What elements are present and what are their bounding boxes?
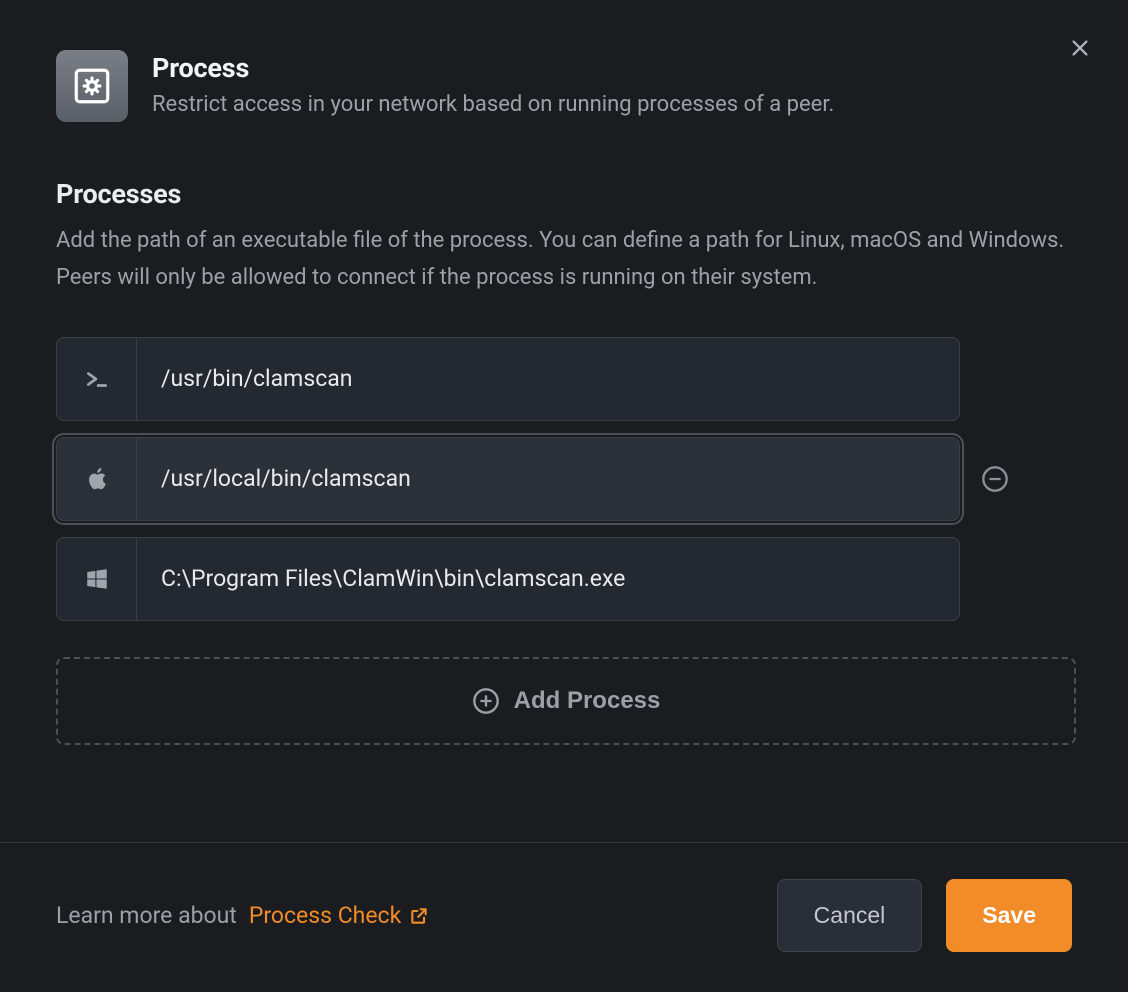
footer-learn-more: Learn more about Process Check <box>56 902 429 929</box>
footer-actions: Cancel Save <box>777 879 1072 952</box>
cancel-button[interactable]: Cancel <box>777 879 923 952</box>
process-input-group-macos <box>56 437 960 521</box>
process-icon <box>71 65 113 107</box>
add-process-label: Add Process <box>514 687 661 715</box>
process-row-macos <box>56 437 1072 521</box>
windows-icon <box>84 566 110 592</box>
external-link-icon <box>409 906 429 926</box>
remove-process-button[interactable] <box>980 464 1010 494</box>
close-button[interactable] <box>1064 32 1096 64</box>
modal-title: Process <box>152 52 834 84</box>
os-prefix-windows <box>57 538 137 620</box>
modal-header: Process Restrict access in your network … <box>0 0 1128 122</box>
section-description: Add the path of an executable file of th… <box>56 222 1072 297</box>
minus-circle-icon <box>981 465 1009 493</box>
process-check-link-text: Process Check <box>249 902 401 929</box>
os-prefix-linux <box>57 338 137 420</box>
terminal-icon <box>84 366 110 392</box>
process-modal: Process Restrict access in your network … <box>0 0 1128 992</box>
process-input-group-linux <box>56 337 960 421</box>
process-input-windows[interactable] <box>137 538 959 620</box>
process-check-link[interactable]: Process Check <box>249 902 429 929</box>
process-input-macos[interactable] <box>137 438 959 520</box>
process-row-windows <box>56 537 1072 621</box>
process-input-group-windows <box>56 537 960 621</box>
plus-circle-icon <box>472 687 500 715</box>
save-button[interactable]: Save <box>946 879 1072 952</box>
header-text: Process Restrict access in your network … <box>152 50 834 121</box>
apple-icon <box>84 466 110 492</box>
modal-subtitle: Restrict access in your network based on… <box>152 90 834 121</box>
os-prefix-macos <box>57 438 137 520</box>
add-process-button[interactable]: Add Process <box>56 657 1076 745</box>
learn-more-prefix: Learn more about <box>56 902 237 929</box>
process-icon-box <box>56 50 128 122</box>
modal-footer: Learn more about Process Check Cancel Sa… <box>0 842 1128 992</box>
modal-content: Processes Add the path of an executable … <box>0 122 1128 842</box>
process-row-linux <box>56 337 1072 421</box>
section-title: Processes <box>56 178 1072 210</box>
close-icon <box>1069 37 1091 59</box>
process-input-linux[interactable] <box>137 338 959 420</box>
